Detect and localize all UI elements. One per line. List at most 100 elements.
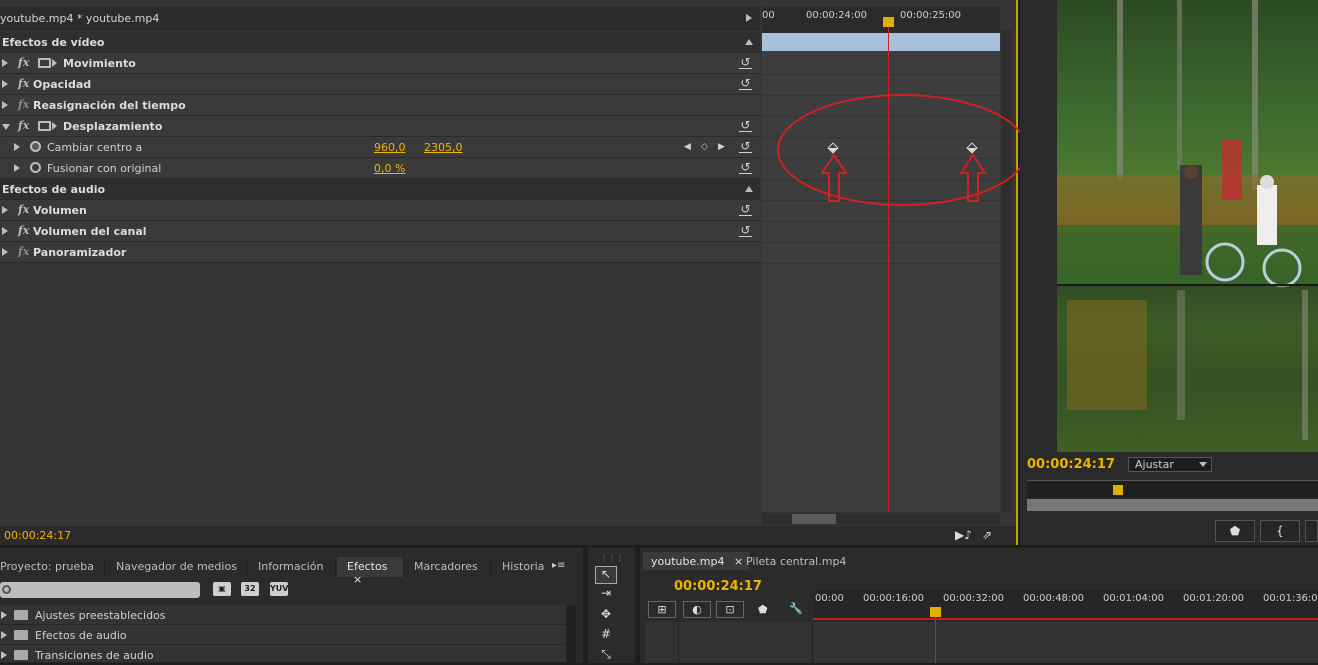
add-marker-icon[interactable]: ⬟	[758, 603, 768, 616]
tab-proyecto[interactable]: Proyecto: prueba	[0, 557, 100, 577]
play-audio-icon[interactable]: ▶♪	[955, 528, 972, 542]
effect-controls-timeline[interactable]: 00 00:00:24:00 00:00:25:00	[762, 7, 1000, 512]
expand-arrow-icon[interactable]	[14, 143, 20, 151]
rate-stretch-tool-icon[interactable]: ⤡	[595, 647, 617, 665]
linked-selection-icon[interactable]: ⊡	[716, 601, 744, 618]
program-ruler[interactable]	[1027, 480, 1318, 498]
horizontal-scrollbar[interactable]	[762, 513, 1000, 525]
effect-row-volumen-canal[interactable]: fx Volumen del canal ↺	[0, 221, 760, 242]
export-icon[interactable]: ⇗	[982, 528, 992, 542]
tree-item-presets[interactable]: Ajustes preestablecidos	[0, 605, 566, 625]
expand-arrow-icon[interactable]	[2, 59, 8, 67]
stopwatch-icon[interactable]	[30, 141, 41, 152]
reset-icon[interactable]: ↺	[739, 119, 752, 132]
expand-arrow-icon[interactable]	[2, 248, 8, 256]
section-audio-effects[interactable]: Efectos de audio	[0, 179, 760, 200]
expand-arrow-icon[interactable]	[2, 101, 8, 109]
expand-arrow-icon[interactable]	[1, 611, 7, 619]
reset-icon[interactable]: ↺	[739, 203, 752, 216]
nest-toggle-icon[interactable]: ⊞	[648, 601, 676, 618]
tab-efectos[interactable]: Efectos ×	[337, 557, 403, 586]
stopwatch-icon[interactable]	[30, 162, 41, 173]
tab-marcadores[interactable]: Marcadores	[414, 557, 486, 577]
param-row-cambiar-centro[interactable]: Cambiar centro a 960,0 2305,0 ◀ ◇ ▶ ↺	[0, 137, 760, 158]
timeline-playhead-handle[interactable]	[930, 607, 941, 617]
vertical-scrollbar[interactable]	[1002, 30, 1012, 512]
collapse-up-icon[interactable]	[745, 186, 753, 192]
track-select-tool-icon[interactable]: ⇥	[595, 586, 617, 604]
effect-row-volumen[interactable]: fx Volumen ↺	[0, 200, 760, 221]
tab-historia[interactable]: Historia	[502, 557, 550, 577]
effect-row-opacidad[interactable]: fx Opacidad ↺	[0, 74, 760, 95]
wrench-icon[interactable]: 🔧	[789, 602, 803, 615]
section-video-effects[interactable]: Efectos de vídeo	[0, 32, 760, 53]
rolling-edit-tool-icon[interactable]: #	[595, 627, 617, 645]
add-keyframe-icon[interactable]: ◇	[701, 142, 708, 152]
transform-box-icon[interactable]	[38, 58, 51, 68]
close-icon[interactable]: ×	[353, 573, 362, 586]
show-timeline-arrow-icon[interactable]	[746, 14, 752, 22]
ripple-edit-tool-icon[interactable]: ✥	[595, 607, 617, 625]
video-preview[interactable]	[1057, 0, 1318, 452]
program-playhead[interactable]	[1113, 485, 1123, 495]
snap-icon[interactable]: ◐	[683, 601, 711, 618]
effect-row-movimiento[interactable]: fx Movimiento ↺	[0, 53, 760, 74]
32bit-effects-icon[interactable]: 32	[241, 582, 259, 596]
prev-keyframe-icon[interactable]: ◀	[684, 142, 691, 152]
playhead-handle[interactable]	[883, 17, 894, 27]
program-zoom-bar[interactable]	[1027, 499, 1318, 511]
scroll-thumb[interactable]	[792, 514, 836, 524]
timeline-ruler[interactable]: 00 00:00:24:00 00:00:25:00	[762, 7, 1000, 33]
expand-arrow-icon[interactable]	[1, 631, 7, 639]
effects-search-input[interactable]	[0, 582, 200, 598]
collapse-arrow-icon[interactable]	[2, 124, 10, 130]
fx-icon[interactable]: fx	[18, 119, 29, 132]
ruler-tick: 00	[762, 10, 775, 21]
expand-arrow-icon[interactable]	[14, 164, 20, 172]
fx-icon[interactable]: fx	[18, 224, 29, 237]
fit-select[interactable]: Ajustar	[1128, 457, 1212, 472]
tree-item-audio-transitions[interactable]: Transiciones de audio	[0, 645, 566, 663]
mark-out-button[interactable]	[1305, 520, 1318, 542]
transform-box-icon[interactable]	[38, 121, 51, 131]
reset-icon[interactable]: ↺	[739, 77, 752, 90]
selection-tool-icon[interactable]: ↖	[595, 566, 617, 584]
reset-icon[interactable]: ↺	[739, 161, 752, 174]
marker-button[interactable]: ⬟	[1215, 520, 1255, 542]
accelerated-effects-icon[interactable]: ▣	[213, 582, 231, 596]
mark-in-button[interactable]: {	[1260, 520, 1300, 542]
timeline-tracks[interactable]	[645, 622, 1318, 663]
param-row-fusionar[interactable]: Fusionar con original 0,0 % ↺	[0, 158, 760, 179]
tab-sequence-pileta[interactable]: Pileta central.mp4	[738, 552, 852, 570]
fx-icon[interactable]: fx	[18, 203, 29, 216]
param-value[interactable]: 0,0 %	[374, 162, 405, 175]
panel-menu-icon[interactable]: ▸≡	[552, 560, 565, 571]
yuv-effects-icon[interactable]: YUV	[270, 582, 288, 596]
effect-row-desplazamiento[interactable]: fx Desplazamiento ↺	[0, 116, 760, 137]
panel-grip-icon[interactable]: ⋮⋮⋮	[600, 553, 624, 562]
tab-informacion[interactable]: Información	[258, 557, 333, 577]
param-value-x[interactable]: 960,0	[374, 141, 406, 154]
collapse-up-icon[interactable]	[745, 39, 753, 45]
next-keyframe-icon[interactable]: ▶	[718, 142, 725, 152]
effect-row-reasignacion[interactable]: fx Reasignación del tiempo	[0, 95, 760, 116]
expand-arrow-icon[interactable]	[2, 227, 8, 235]
reset-icon[interactable]: ↺	[739, 224, 752, 237]
reset-icon[interactable]: ↺	[739, 56, 752, 69]
fx-icon[interactable]: fx	[18, 77, 29, 90]
timeline-current-time[interactable]: 00:00:24:17	[674, 579, 762, 594]
reset-icon[interactable]: ↺	[739, 140, 752, 153]
vertical-scrollbar[interactable]	[566, 605, 576, 663]
effect-row-panoramizador[interactable]: fx Panoramizador	[0, 242, 760, 263]
program-current-time[interactable]: 00:00:24:17	[1027, 457, 1115, 472]
param-value-y[interactable]: 2305,0	[424, 141, 463, 154]
expand-arrow-icon[interactable]	[1, 651, 7, 659]
fx-icon[interactable]: fx	[18, 56, 29, 69]
current-time-display[interactable]: 00:00:24:17	[4, 529, 71, 542]
tree-item-audio-effects[interactable]: Efectos de audio	[0, 625, 566, 645]
expand-arrow-icon[interactable]	[2, 206, 8, 214]
tab-sequence-youtube[interactable]: youtube.mp4 ×	[643, 552, 750, 570]
tab-navegador[interactable]: Navegador de medios	[116, 557, 246, 577]
expand-arrow-icon[interactable]	[2, 80, 8, 88]
work-area-bar[interactable]	[762, 33, 1000, 51]
